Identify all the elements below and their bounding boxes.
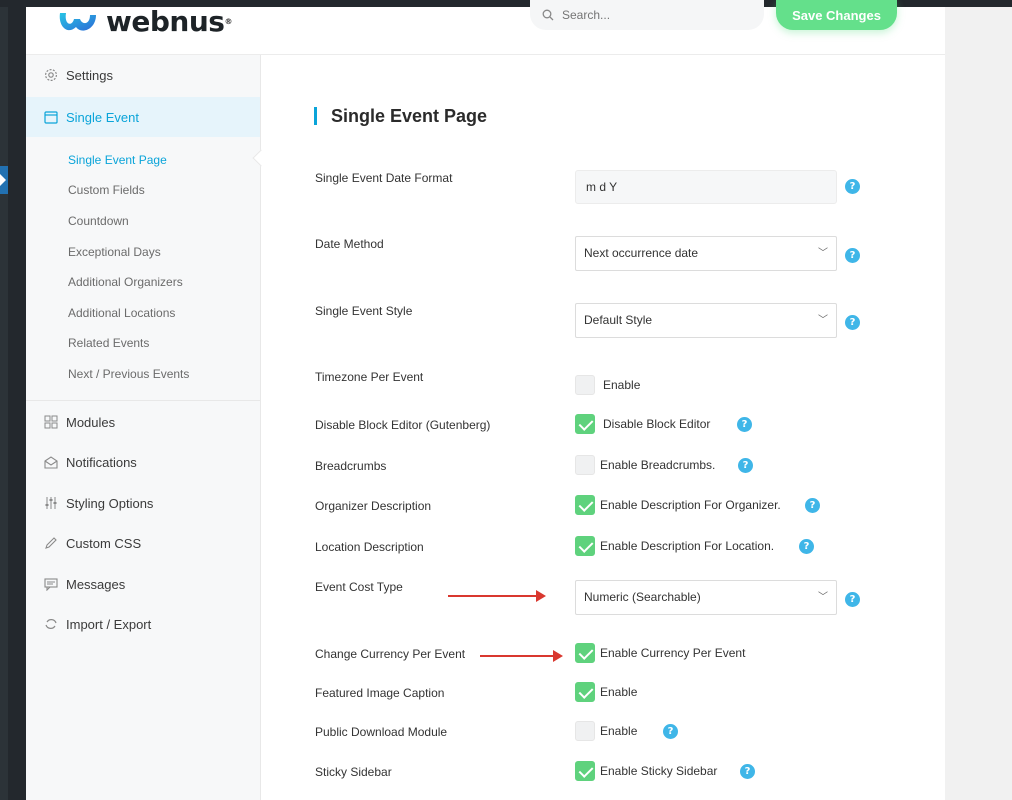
wp-admin-edge bbox=[0, 0, 8, 800]
sticky-sidebar-option-label: Enable Sticky Sidebar bbox=[600, 764, 718, 778]
sticky-sidebar-checkbox[interactable] bbox=[575, 761, 595, 781]
sidebar-item-label: Styling Options bbox=[66, 495, 154, 511]
envelope-icon bbox=[44, 455, 58, 469]
sidebar-divider bbox=[26, 400, 260, 401]
calendar-icon bbox=[44, 110, 58, 124]
help-icon[interactable]: ? bbox=[845, 179, 860, 194]
sidebar-item-notifications[interactable]: Notifications bbox=[26, 442, 260, 482]
cost-type-select[interactable]: Numeric (Searchable) ﹀ bbox=[575, 580, 837, 615]
block-editor-option-label: Disable Block Editor bbox=[603, 417, 711, 431]
currency-checkbox[interactable] bbox=[575, 643, 595, 663]
sidebar-subitem-custom-fields[interactable]: Custom Fields bbox=[68, 180, 145, 200]
sidebar-item-label: Import / Export bbox=[66, 616, 152, 632]
right-gutter bbox=[945, 0, 1012, 800]
search-input[interactable] bbox=[562, 8, 742, 22]
help-icon[interactable]: ? bbox=[663, 724, 678, 739]
event-style-select[interactable]: Default Style ﹀ bbox=[575, 303, 837, 338]
download-module-label: Public Download Module bbox=[315, 725, 448, 739]
sidebar-subitem-next-previous-events[interactable]: Next / Previous Events bbox=[68, 364, 189, 384]
date-method-select[interactable]: Next occurrence date ﹀ bbox=[575, 236, 837, 271]
grid-icon bbox=[44, 415, 58, 429]
sync-icon bbox=[44, 617, 58, 631]
sidebar-item-label: Messages bbox=[66, 576, 126, 592]
help-icon[interactable]: ? bbox=[805, 498, 820, 513]
collapse-arrow-icon[interactable] bbox=[0, 166, 8, 194]
date-format-input[interactable]: m d Y bbox=[575, 170, 837, 204]
page-title: Single Event Page bbox=[314, 107, 487, 125]
cost-type-label: Event Cost Type bbox=[315, 580, 403, 594]
chevron-down-icon: ﹀ bbox=[818, 248, 828, 259]
sidebar-item-label: Modules bbox=[66, 414, 116, 430]
breadcrumbs-label: Breadcrumbs bbox=[315, 459, 387, 473]
help-icon[interactable]: ? bbox=[799, 539, 814, 554]
timezone-option-label: Enable bbox=[603, 378, 641, 392]
event-style-label: Single Event Style bbox=[315, 304, 413, 318]
annotation-arrow bbox=[480, 650, 563, 662]
sidebar-item-modules[interactable]: Modules bbox=[26, 402, 260, 442]
sidebar-item-styling-options[interactable]: Styling Options bbox=[26, 483, 260, 523]
sidebar-item-single-event[interactable]: Single Event bbox=[26, 97, 260, 137]
block-editor-checkbox[interactable] bbox=[575, 414, 595, 434]
webnus-logo: webnus® bbox=[56, 7, 232, 37]
search-icon bbox=[542, 9, 554, 21]
event-style-value: Default Style bbox=[584, 313, 653, 327]
pencil-icon bbox=[44, 536, 58, 550]
image-caption-checkbox[interactable] bbox=[575, 682, 595, 702]
sliders-icon bbox=[44, 496, 58, 510]
sidebar-item-custom-css[interactable]: Custom CSS bbox=[26, 523, 260, 563]
help-icon[interactable]: ? bbox=[738, 458, 753, 473]
date-method-value: Next occurrence date bbox=[584, 246, 699, 260]
gear-icon bbox=[44, 68, 58, 82]
logo-text: webnus® bbox=[106, 5, 232, 38]
sticky-sidebar-label: Sticky Sidebar bbox=[315, 765, 392, 779]
organizer-description-option-label: Enable Description For Organizer. bbox=[600, 498, 781, 512]
save-changes-button[interactable]: Save Changes bbox=[776, 0, 897, 30]
image-caption-option-label: Enable bbox=[600, 685, 638, 699]
help-icon[interactable]: ? bbox=[845, 592, 860, 607]
annotation-arrow bbox=[448, 590, 546, 602]
sidebar-subitem-exceptional-days[interactable]: Exceptional Days bbox=[68, 242, 161, 262]
date-method-label: Date Method bbox=[315, 237, 384, 251]
sidebar-item-settings[interactable]: Settings bbox=[26, 55, 260, 95]
location-description-checkbox[interactable] bbox=[575, 536, 595, 556]
sidebar-item-label: Custom CSS bbox=[66, 535, 142, 551]
organizer-description-checkbox[interactable] bbox=[575, 495, 595, 515]
chevron-down-icon: ﹀ bbox=[818, 315, 828, 326]
organizer-description-label: Organizer Description bbox=[315, 499, 432, 513]
download-module-option-label: Enable bbox=[600, 724, 638, 738]
download-module-checkbox[interactable] bbox=[575, 721, 595, 741]
cost-type-value: Numeric (Searchable) bbox=[584, 590, 701, 604]
sidebar-item-label: Single Event bbox=[66, 109, 139, 125]
help-icon[interactable]: ? bbox=[845, 248, 860, 263]
settings-sidebar: Settings Single Event Single Event Page … bbox=[26, 55, 261, 800]
chevron-down-icon: ﹀ bbox=[818, 592, 828, 603]
main-content: Single Event Page Single Event Date Form… bbox=[262, 55, 945, 800]
breadcrumbs-option-label: Enable Breadcrumbs. bbox=[600, 458, 716, 472]
location-description-option-label: Enable Description For Location. bbox=[600, 539, 775, 553]
block-editor-label: Disable Block Editor (Gutenberg) bbox=[315, 418, 491, 432]
location-description-label: Location Description bbox=[315, 540, 424, 554]
sidebar-item-label: Settings bbox=[66, 67, 113, 83]
timezone-checkbox[interactable] bbox=[575, 375, 595, 395]
sidebar-item-label: Notifications bbox=[66, 454, 137, 470]
timezone-label: Timezone Per Event bbox=[315, 370, 424, 384]
sidebar-subitem-related-events[interactable]: Related Events bbox=[68, 333, 149, 353]
sidebar-item-messages[interactable]: Messages bbox=[26, 564, 260, 604]
help-icon[interactable]: ? bbox=[845, 315, 860, 330]
sidebar-subitem-additional-locations[interactable]: Additional Locations bbox=[68, 303, 175, 323]
sidebar-subitem-single-event-page[interactable]: Single Event Page bbox=[68, 150, 167, 170]
currency-label: Change Currency Per Event bbox=[315, 647, 466, 661]
date-format-label: Single Event Date Format bbox=[315, 171, 453, 185]
search-box[interactable] bbox=[530, 0, 764, 30]
message-icon bbox=[44, 577, 58, 591]
webnus-logo-mark-icon bbox=[59, 13, 96, 31]
help-icon[interactable]: ? bbox=[740, 764, 755, 779]
currency-option-label: Enable Currency Per Event bbox=[600, 646, 746, 660]
help-icon[interactable]: ? bbox=[737, 417, 752, 432]
sidebar-subitem-countdown[interactable]: Countdown bbox=[68, 211, 129, 231]
image-caption-label: Featured Image Caption bbox=[315, 686, 445, 700]
sidebar-subitem-additional-organizers[interactable]: Additional Organizers bbox=[68, 272, 183, 292]
breadcrumbs-checkbox[interactable] bbox=[575, 455, 595, 475]
sidebar-item-import-export[interactable]: Import / Export bbox=[26, 604, 260, 644]
